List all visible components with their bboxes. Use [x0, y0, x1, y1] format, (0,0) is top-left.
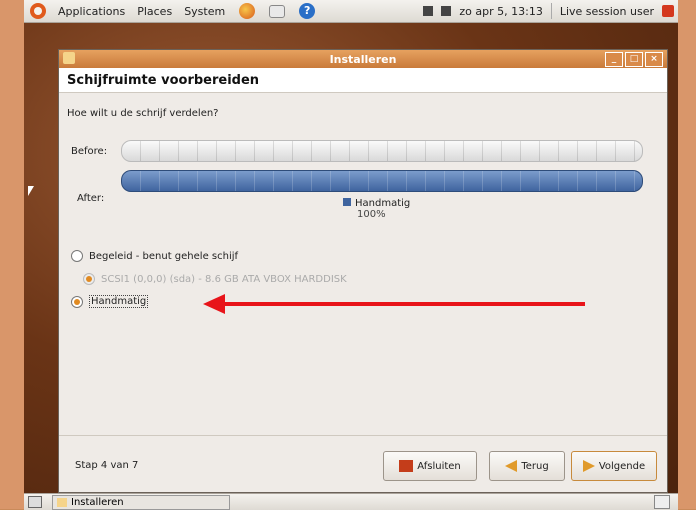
bottom-panel: Installeren	[24, 493, 678, 510]
page-header: Schijfruimte voorbereiden	[59, 68, 667, 93]
annotation-arrow-line	[221, 302, 585, 306]
taskbar-item-label: Installeren	[71, 496, 124, 508]
before-label: Before:	[71, 146, 108, 157]
trash-icon[interactable]	[654, 495, 670, 509]
tray-area: zo apr 5, 13:13 Live session user	[423, 3, 678, 19]
back-button-label: Terug	[521, 460, 549, 472]
session-user[interactable]: Live session user	[560, 5, 654, 18]
main-menu: Applications Places System ?	[24, 3, 316, 19]
before-disk-bar	[121, 140, 643, 162]
ubuntu-logo-icon[interactable]	[30, 3, 46, 19]
quit-button[interactable]: Afsluiten	[383, 451, 477, 481]
legend-percent: 100%	[357, 209, 386, 220]
option-disk: SCSI1 (0,0,0) (sda) - 8.6 GB ATA VBOX HA…	[83, 273, 347, 285]
option-disk-label: SCSI1 (0,0,0) (sda) - 8.6 GB ATA VBOX HA…	[101, 273, 347, 285]
next-button-label: Volgende	[598, 460, 646, 472]
window-app-icon	[63, 52, 75, 64]
after-label: After:	[77, 193, 105, 204]
power-icon[interactable]	[662, 5, 674, 17]
next-arrow-icon	[582, 460, 595, 472]
after-disk-bar	[121, 170, 643, 192]
top-panel: Applications Places System ? zo apr 5, 1…	[24, 0, 678, 23]
radio-guided[interactable]	[71, 250, 83, 262]
show-desktop-icon[interactable]	[28, 496, 42, 508]
window-controls: _ □ ×	[605, 52, 663, 67]
radio-disk	[83, 273, 95, 285]
menu-places[interactable]: Places	[137, 5, 172, 18]
radio-manual[interactable]	[71, 295, 83, 308]
network-icon[interactable]	[423, 6, 434, 16]
minimize-icon[interactable]: _	[605, 52, 623, 67]
partition-legend: Handmatig 100%	[343, 198, 410, 220]
volume-icon[interactable]	[441, 6, 452, 16]
panel-separator	[550, 3, 552, 19]
quit-icon	[399, 460, 414, 472]
option-manual-label[interactable]: Handmatig	[89, 295, 149, 308]
back-arrow-icon	[505, 460, 518, 472]
back-button[interactable]: Terug	[489, 451, 565, 481]
quit-button-label: Afsluiten	[417, 460, 461, 472]
mouse-pointer-icon	[28, 186, 34, 196]
installer-task-icon	[57, 497, 67, 507]
screen-border-left	[0, 0, 24, 509]
installer-window: Installeren _ □ × Schijfruimte voorberei…	[58, 49, 668, 493]
firefox-icon[interactable]	[239, 3, 256, 19]
maximize-icon[interactable]: □	[625, 52, 643, 67]
window-titlebar[interactable]: Installeren _ □ ×	[59, 50, 667, 68]
screen-border-right	[678, 0, 696, 509]
mail-icon[interactable]	[269, 4, 286, 18]
option-guided-label[interactable]: Begeleid - benut gehele schijf	[89, 251, 238, 262]
partition-question: Hoe wilt u de schrijf verdelen?	[67, 108, 219, 119]
menu-applications[interactable]: Applications	[58, 5, 125, 18]
option-guided[interactable]: Begeleid - benut gehele schijf	[71, 250, 238, 262]
page-title: Schijfruimte voorbereiden	[67, 72, 260, 88]
legend-swatch	[343, 198, 351, 206]
help-icon[interactable]: ?	[299, 3, 316, 19]
legend-name: Handmatig	[355, 198, 411, 209]
step-indicator: Stap 4 van 7	[75, 460, 139, 471]
window-title: Installeren	[329, 52, 397, 66]
next-button[interactable]: Volgende	[571, 451, 657, 481]
close-icon[interactable]: ×	[645, 52, 663, 67]
taskbar-item-installer[interactable]: Installeren	[52, 494, 230, 510]
option-manual[interactable]: Handmatig	[71, 295, 149, 308]
clock[interactable]: zo apr 5, 13:13	[459, 5, 542, 18]
menu-system[interactable]: System	[184, 5, 225, 18]
footer-separator	[59, 435, 667, 436]
